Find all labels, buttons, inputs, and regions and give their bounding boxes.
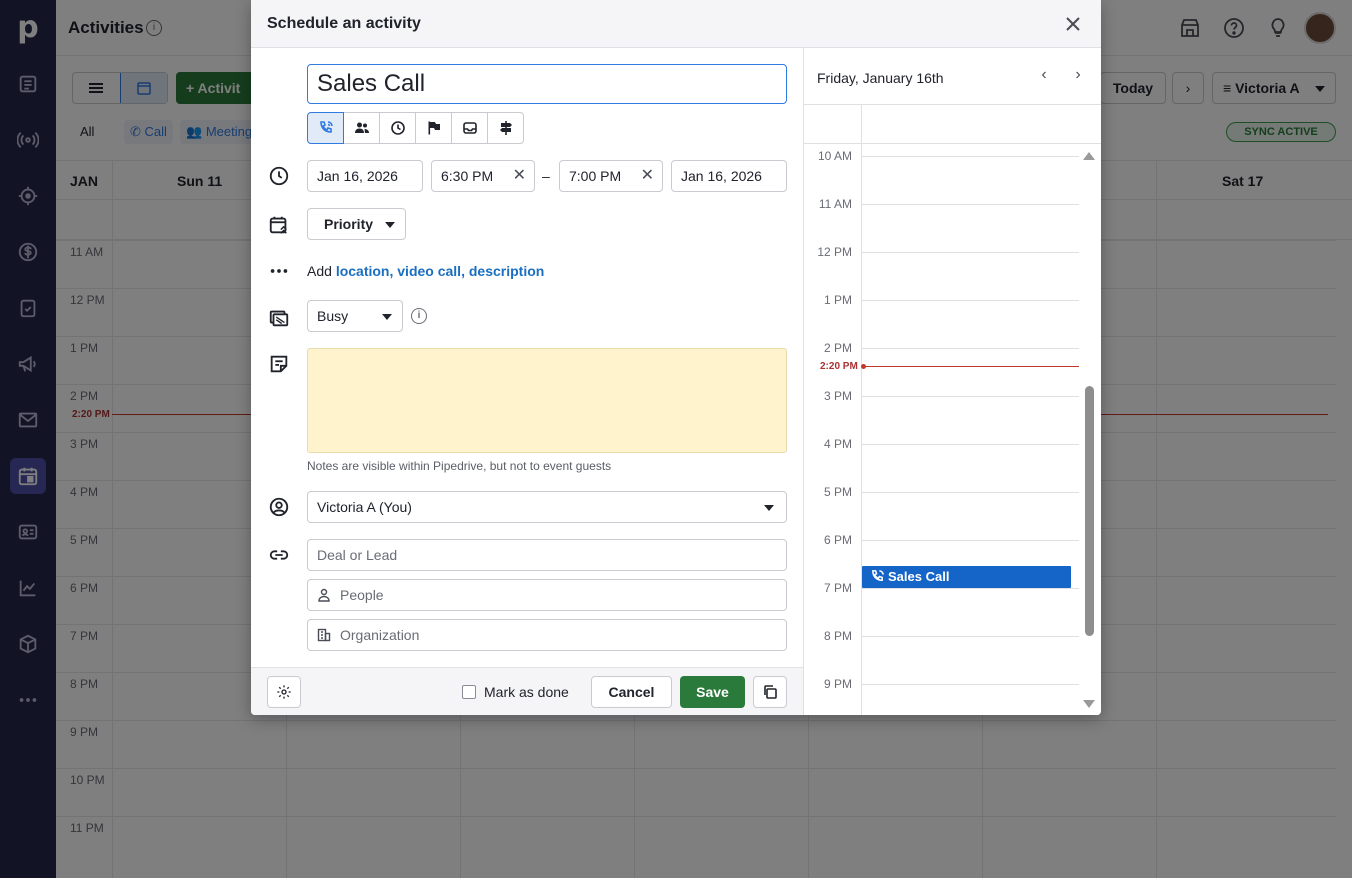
email-inbox-icon — [462, 122, 477, 134]
prev-day-button[interactable]: ‹ — [1034, 66, 1054, 86]
priority-dropdown[interactable]: Priority — [307, 208, 406, 240]
save-button[interactable]: Save — [680, 676, 745, 708]
hour-label: 7 PM — [823, 581, 852, 595]
add-video-call-link[interactable]: video call, — [397, 263, 465, 279]
notes-icon — [267, 352, 291, 376]
mark-as-done-checkbox[interactable] — [462, 685, 476, 699]
availability-icon — [267, 306, 291, 330]
clock-icon — [267, 164, 291, 188]
gear-icon — [277, 685, 291, 699]
clear-end-time-icon[interactable]: ✕ — [641, 161, 654, 191]
cancel-button[interactable]: Cancel — [591, 676, 672, 708]
hour-label: 12 PM — [817, 245, 852, 259]
building-icon — [317, 628, 331, 642]
modal-header: Schedule an activity — [251, 0, 1101, 48]
hour-label: 6 PM — [823, 533, 852, 547]
lunch-icon — [499, 121, 512, 135]
clear-start-time-icon[interactable]: ✕ — [513, 161, 526, 191]
scroll-up-arrow[interactable] — [1083, 152, 1095, 160]
calendar-event[interactable]: Sales Call — [862, 566, 1071, 588]
duplicate-button[interactable] — [753, 676, 787, 708]
type-email-button[interactable] — [451, 112, 488, 144]
notes-editor[interactable] — [307, 348, 787, 453]
activity-form: Sales Call Jan 16, 2026 6:30 PM ✕ – 7:00 … — [251, 48, 803, 667]
hour-label: 1 PM — [823, 293, 852, 307]
schedule-activity-modal: Schedule an activity Sales Call Jan 16, … — [251, 0, 1101, 715]
link-icon — [267, 543, 291, 567]
task-icon — [390, 121, 405, 135]
people-field[interactable]: People — [307, 579, 787, 611]
availability-info-icon[interactable]: i — [411, 308, 427, 324]
hour-label: 10 AM — [817, 149, 852, 163]
current-time-line — [862, 366, 1079, 367]
day-preview-calendar: Friday, January 16th ‹ › 10 AM 11 AM 12 … — [803, 48, 1101, 715]
organization-field[interactable]: Organization — [307, 619, 787, 651]
type-call-button[interactable] — [307, 112, 344, 144]
hour-label: 11 AM — [818, 197, 852, 211]
time-range-dash: – — [542, 168, 550, 184]
owner-dropdown[interactable]: Victoria A (You) — [307, 491, 787, 523]
deadline-flag-icon — [428, 121, 440, 135]
add-description-link[interactable]: description — [469, 263, 544, 279]
more-options-icon — [267, 259, 291, 283]
start-date-field[interactable]: Jan 16, 2026 — [307, 160, 423, 192]
call-icon — [319, 121, 333, 133]
end-date-field[interactable]: Jan 16, 2026 — [671, 160, 787, 192]
priority-calendar-icon — [267, 213, 291, 237]
type-meeting-button[interactable] — [343, 112, 380, 144]
call-icon — [872, 570, 884, 582]
modal-title: Schedule an activity — [267, 15, 421, 32]
user-circle-icon — [267, 495, 291, 519]
end-time-field[interactable]: 7:00 PM ✕ — [559, 160, 663, 192]
notes-hint: Notes are visible within Pipedrive, but … — [307, 459, 612, 473]
add-location-link[interactable]: location, — [336, 263, 394, 279]
current-time-label: 2:20 PM — [820, 361, 858, 372]
mark-as-done-label[interactable]: Mark as done — [484, 684, 569, 700]
add-details-line: Add location, video call, description — [307, 263, 545, 279]
hour-label: 4 PM — [823, 437, 852, 451]
hour-label: 5 PM — [823, 485, 852, 499]
hour-label: 9 PM — [823, 677, 852, 691]
availability-dropdown[interactable]: Busy — [307, 300, 403, 332]
scroll-down-arrow[interactable] — [1083, 700, 1095, 708]
settings-button[interactable] — [267, 676, 301, 708]
deal-or-lead-field[interactable]: Deal or Lead — [307, 539, 787, 571]
preview-all-day-row — [804, 105, 1101, 144]
type-lunch-button[interactable] — [487, 112, 524, 144]
type-task-button[interactable] — [379, 112, 416, 144]
close-icon[interactable] — [1063, 14, 1083, 34]
activity-type-selector — [307, 112, 524, 144]
hour-label: 2 PM — [823, 341, 852, 355]
hour-label: 3 PM — [823, 389, 852, 403]
scrollbar-thumb[interactable] — [1085, 386, 1094, 636]
next-day-button[interactable]: › — [1068, 66, 1088, 86]
type-deadline-button[interactable] — [415, 112, 452, 144]
preview-date-label: Friday, January 16th — [817, 70, 944, 86]
meeting-icon — [354, 122, 369, 133]
start-time-field[interactable]: 6:30 PM ✕ — [431, 160, 535, 192]
copy-icon — [764, 685, 777, 699]
hour-label: 8 PM — [823, 629, 852, 643]
modal-footer: Mark as done Cancel Save — [251, 667, 803, 715]
subject-input[interactable]: Sales Call — [307, 64, 787, 104]
person-icon — [318, 588, 330, 602]
